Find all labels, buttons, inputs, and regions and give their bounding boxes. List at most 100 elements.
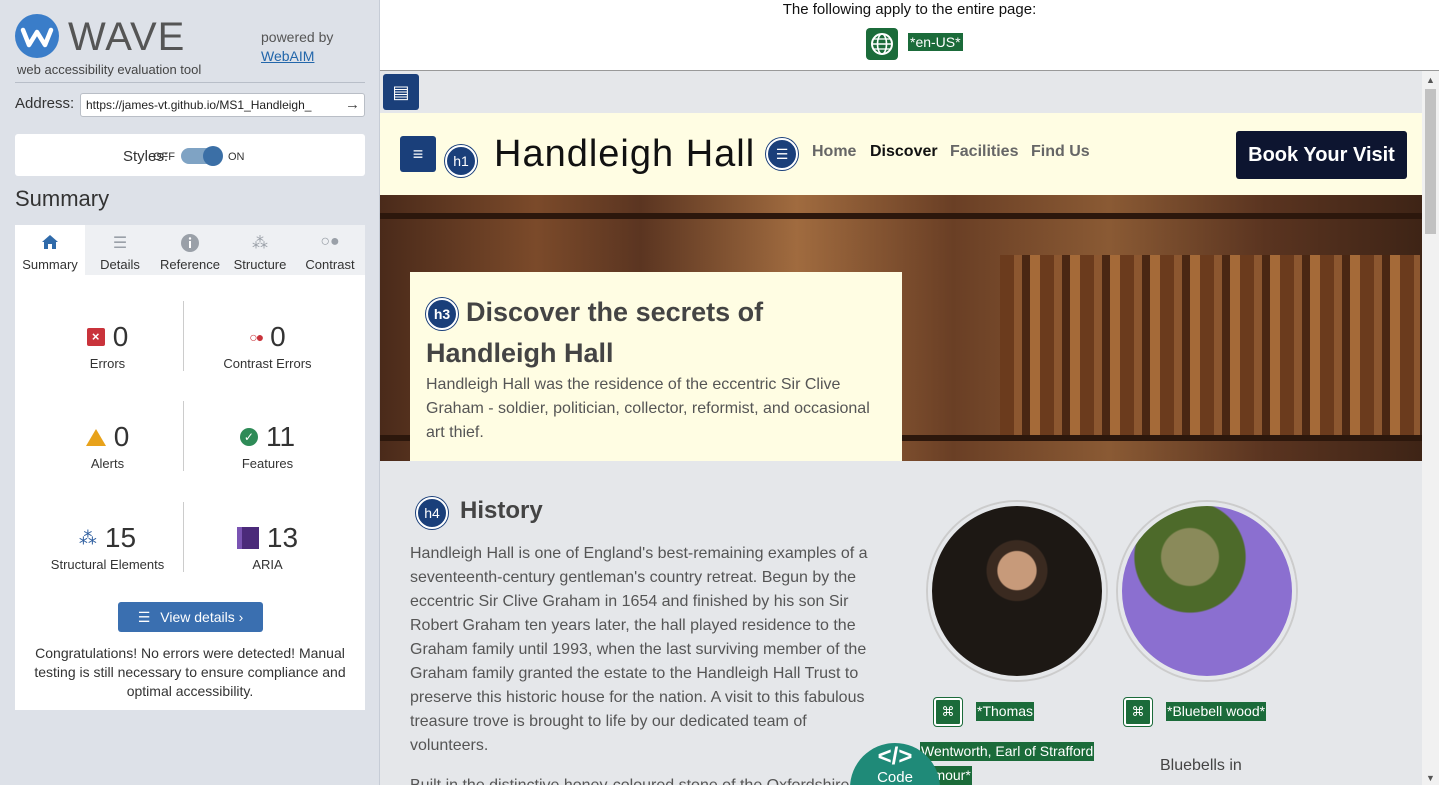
hero-heading: Discover the secrets of Handleigh Hall [426, 297, 764, 368]
address-label: Address: [15, 95, 75, 112]
tab-label: Details [100, 257, 140, 272]
alt-text-thomas: *Thomas [976, 702, 1035, 721]
checkmark-icon: ✓ [239, 428, 258, 446]
tab-label: Reference [160, 257, 220, 272]
alerts-count: 0 [113, 421, 130, 452]
structure-icon: ⁂ [78, 527, 97, 548]
features-label: Features [241, 456, 294, 471]
hero-text: Handleigh Hall was the residence of the … [426, 376, 870, 441]
code-icon: </> [877, 743, 913, 770]
error-icon: × [86, 328, 105, 346]
contrast-count: 0 [270, 321, 286, 352]
alerts-label: Alerts [90, 456, 125, 471]
hero-image: h3 Discover the secrets of Handleigh Hall… [380, 195, 1422, 461]
list-icon: ☰ [137, 609, 151, 625]
alert-icon [85, 428, 106, 446]
wave-sidebar: WAVE web accessibility evaluation tool p… [0, 0, 380, 785]
address-value: https://james-vt.github.io/MS1_Handleigh… [86, 98, 312, 112]
bluebell-caption: Bluebells in [1160, 757, 1242, 774]
navigation-region-icon[interactable]: ≡ [400, 136, 436, 172]
tab-reference[interactable]: Reference [155, 225, 225, 275]
tab-label: Contrast [305, 257, 355, 272]
nav-facilities[interactable]: Facilities [950, 143, 1018, 161]
styles-off-label: OFF [153, 151, 175, 163]
tab-label: Summary [22, 257, 78, 272]
stat-features[interactable]: ✓ 11 Features [180, 420, 355, 471]
list-icon: ☰ [112, 235, 128, 252]
list-icon[interactable]: ☰ [766, 138, 798, 170]
structural-label: Structural Elements [50, 557, 165, 572]
aria-icon [236, 527, 259, 549]
tab-details[interactable]: ☰ Details [85, 225, 155, 275]
errors-label: Errors [89, 356, 126, 371]
scroll-down-icon[interactable]: ▼ [1426, 773, 1435, 783]
code-label: Code [877, 769, 913, 785]
address-input[interactable]: https://james-vt.github.io/MS1_Handleigh… [80, 93, 365, 117]
tab-summary[interactable]: Summary [15, 225, 85, 275]
history-text: Handleigh Hall is one of England's best-… [410, 545, 868, 754]
hero-heading-wrap: h3 Discover the secrets of Handleigh Hall [426, 292, 896, 374]
aria-region-icon[interactable]: ▤ [383, 74, 419, 110]
features-count: 11 [265, 421, 296, 452]
summary-heading: Summary [15, 186, 110, 211]
nav-find-us[interactable]: Find Us [1031, 143, 1090, 161]
nav-discover[interactable]: Discover [870, 143, 938, 161]
bluebell-wood-image [1118, 502, 1296, 680]
wave-subtitle: web accessibility evaluation tool [17, 62, 202, 77]
view-details-label: View details › [160, 609, 244, 625]
stat-alerts[interactable]: 0 Alerts [20, 420, 195, 471]
site-title[interactable]: Handleigh Hall [494, 133, 755, 176]
thomas-wentworth-portrait [928, 502, 1106, 680]
image-alt-icon[interactable]: ⌘ [934, 698, 962, 726]
aria-count: 13 [266, 522, 299, 553]
stat-errors[interactable]: × 0 Errors [20, 320, 195, 371]
history-heading: History [460, 497, 543, 524]
arrow-right-icon[interactable]: → [342, 94, 360, 116]
image-alt-icon[interactable]: ⌘ [1124, 698, 1152, 726]
tab-label: Structure [233, 257, 287, 272]
congrats-message: Congratulations! No errors were detected… [34, 645, 346, 699]
styles-toggle[interactable] [181, 146, 223, 166]
alt-text-thomas-2: Wentworth, Earl of Strafford [920, 742, 1095, 761]
wave-title: WAVE [68, 15, 186, 59]
stat-contrast[interactable]: ○● 0 Contrast Errors [180, 320, 355, 371]
summary-card: × 0 Errors ○● 0 Contrast Errors 0 Alerts ✓… [15, 275, 365, 710]
hero-card: h3 Discover the secrets of Handleigh Hall… [410, 272, 902, 461]
applies-text: The following apply to the entire page: [782, 1, 1037, 18]
info-icon [155, 233, 225, 253]
scrollbar[interactable]: ▲ ▼ [1422, 71, 1439, 785]
scroll-up-icon[interactable]: ▲ [1426, 75, 1435, 85]
book-visit-button[interactable]: Book Your Visit [1236, 131, 1407, 179]
structural-count: 15 [104, 522, 137, 553]
page-wide-annotations: The following apply to the entire page: … [380, 0, 1439, 71]
webaim-link[interactable]: WebAIM [261, 48, 314, 64]
styles-on-label: ON [228, 151, 245, 163]
nav-home[interactable]: Home [812, 143, 856, 161]
scrollbar-thumb[interactable] [1425, 89, 1436, 234]
view-details-button[interactable]: ☰ View details › [118, 602, 263, 632]
h4-icon[interactable]: h4 [416, 497, 448, 529]
stat-structural[interactable]: ⁂ 15 Structural Elements [20, 521, 195, 572]
evaluated-page: The following apply to the entire page: … [380, 0, 1439, 785]
hierarchy-icon: ⁂ [252, 235, 268, 252]
h3-icon[interactable]: h3 [426, 297, 458, 330]
site-header: ≡ h1 Handleigh Hall ☰ Home Discover Faci… [380, 113, 1422, 195]
shelf [380, 213, 1422, 219]
errors-count: 0 [112, 321, 129, 352]
globe-icon[interactable] [866, 28, 898, 60]
panel-tabs: Summary ☰ Details Reference ⁂ Structure … [15, 225, 365, 275]
h1-icon[interactable]: h1 [445, 145, 477, 177]
code-toggle-button[interactable]: </> Code [850, 743, 940, 785]
tab-contrast[interactable]: ○● Contrast [295, 225, 365, 275]
bookshelf [1000, 255, 1420, 435]
contrast-icon: ○● [320, 233, 340, 250]
toggle-knob [203, 146, 223, 166]
wave-logo-icon [15, 14, 59, 58]
stat-aria[interactable]: 13 ARIA [180, 521, 355, 572]
language-tag: *en-US* [908, 33, 963, 51]
aria-label: ARIA [252, 557, 283, 572]
contrast-label: Contrast Errors [223, 356, 312, 371]
history-text-2: Built in the distinctive honey-coloured … [410, 774, 880, 785]
powered-by: powered by WebAIM [261, 28, 333, 66]
tab-structure[interactable]: ⁂ Structure [225, 225, 295, 275]
